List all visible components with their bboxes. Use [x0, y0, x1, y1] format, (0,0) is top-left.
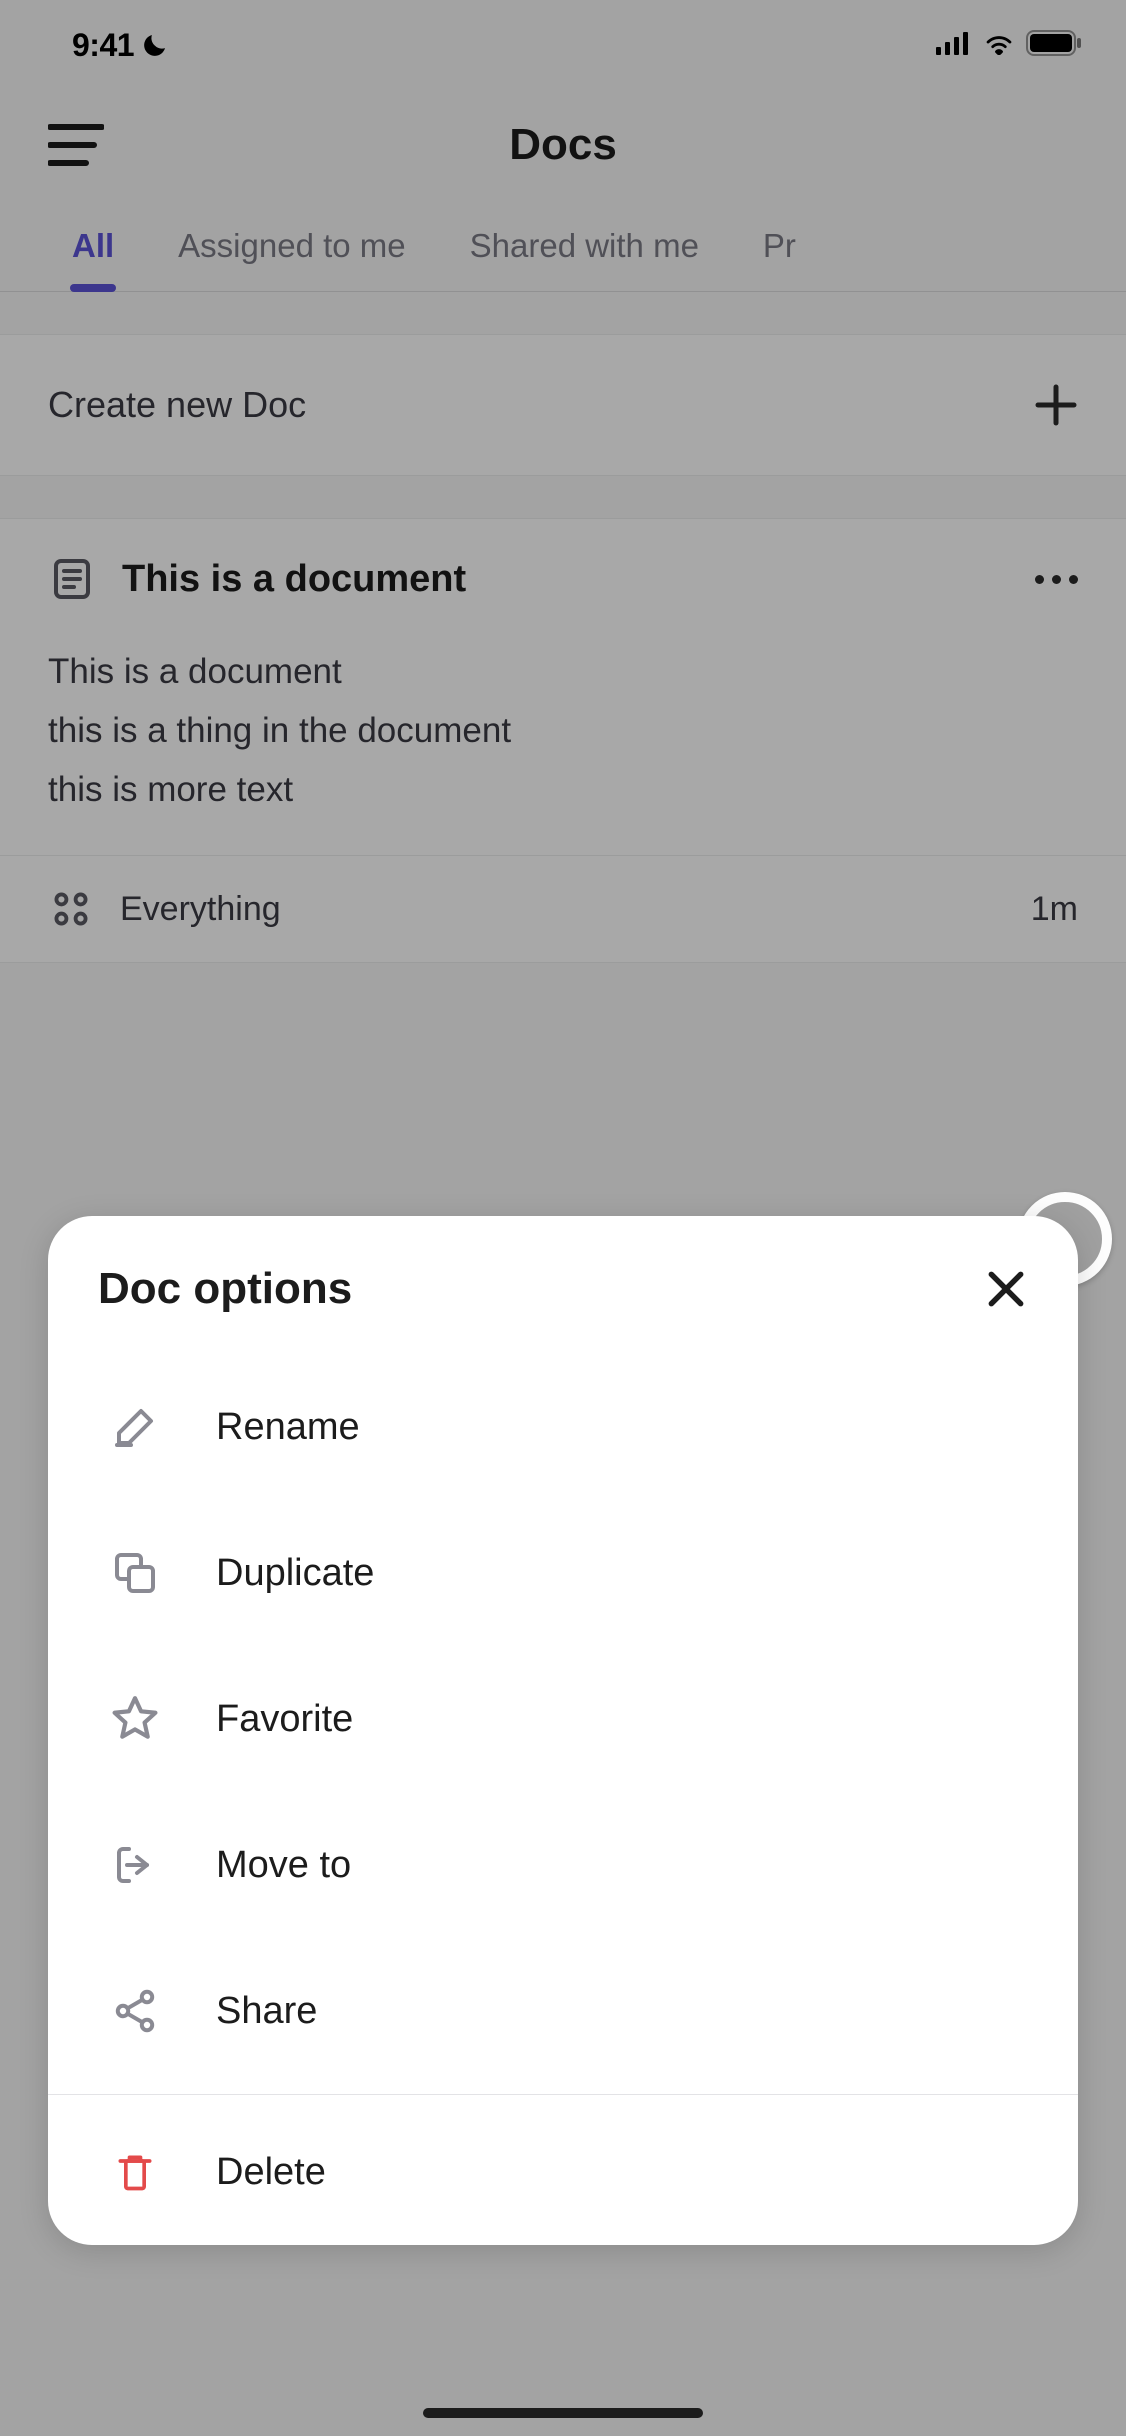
sheet-options-list: Rename Duplicate Favorite Move to Share: [48, 1344, 1078, 2090]
sheet-title: Doc options: [98, 1264, 352, 1314]
sheet-header: Doc options: [48, 1216, 1078, 1344]
star-icon: [108, 1692, 162, 1746]
option-share[interactable]: Share: [48, 1938, 1078, 2084]
trash-icon: [108, 2145, 162, 2199]
close-icon[interactable]: [984, 1267, 1028, 1311]
option-favorite[interactable]: Favorite: [48, 1646, 1078, 1792]
option-label: Move to: [216, 1844, 351, 1887]
option-rename[interactable]: Rename: [48, 1354, 1078, 1500]
option-label: Duplicate: [216, 1552, 374, 1595]
option-label: Share: [216, 1990, 317, 2033]
pencil-icon: [108, 1400, 162, 1454]
doc-options-sheet: Doc options Rename Duplicate Favorite: [48, 1216, 1078, 2245]
option-delete[interactable]: Delete: [48, 2099, 1078, 2245]
option-label: Delete: [216, 2151, 326, 2194]
share-icon: [108, 1984, 162, 2038]
option-move-to[interactable]: Move to: [48, 1792, 1078, 1938]
duplicate-icon: [108, 1546, 162, 1600]
move-icon: [108, 1838, 162, 1892]
option-label: Favorite: [216, 1698, 353, 1741]
option-duplicate[interactable]: Duplicate: [48, 1500, 1078, 1646]
home-indicator: [423, 2408, 703, 2418]
option-label: Rename: [216, 1406, 360, 1449]
sheet-divider: [48, 2094, 1078, 2095]
